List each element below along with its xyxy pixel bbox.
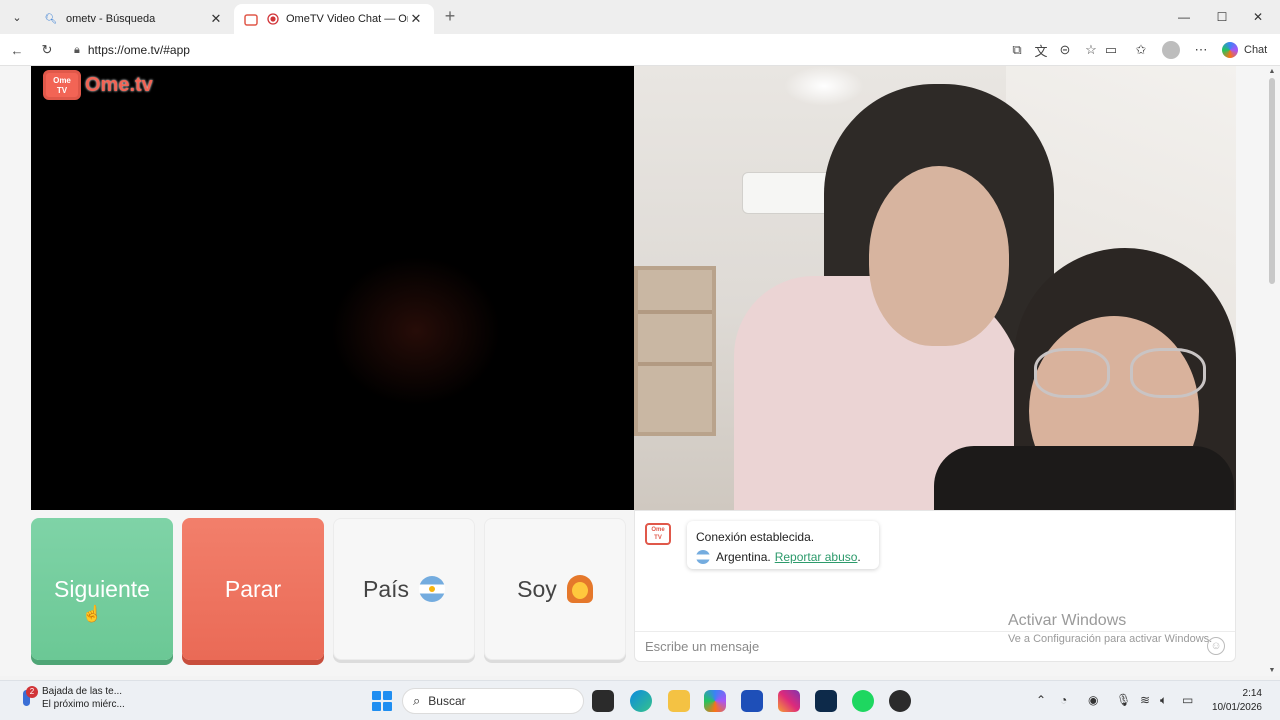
- tab-search[interactable]: 🔍︎ ometv - Búsqueda ✕: [34, 4, 234, 34]
- weather-line-1: Bajada de las te...: [42, 686, 123, 697]
- bookshelf: [634, 266, 716, 436]
- local-video: Ome TV Ome.tv: [31, 66, 634, 510]
- gender-label: Soy: [517, 575, 557, 602]
- copilot-icon: [1222, 42, 1238, 58]
- scroll-down-icon[interactable]: ▼: [1266, 667, 1278, 674]
- wifi-icon[interactable]: ≋: [1140, 693, 1150, 707]
- date: 10/01/2026: [1211, 702, 1262, 713]
- thermometer-icon: 2: [18, 686, 38, 708]
- start-windows-icon[interactable]: [372, 691, 392, 711]
- remote-video: [634, 66, 1236, 510]
- copilot-app-icon[interactable]: [704, 690, 726, 712]
- tray-app-icon[interactable]: ◔: [1060, 693, 1067, 707]
- show-hidden-icons[interactable]: ⌃: [1036, 693, 1046, 707]
- tab-title: OmeTV Video Chat — Omegle: [286, 13, 408, 25]
- person-2-shirt: [934, 446, 1234, 510]
- tracking-prevention-icon[interactable]: ⊝: [1054, 39, 1076, 61]
- weather-line-2: El próximo miérc...: [42, 699, 125, 710]
- file-explorer-icon[interactable]: [668, 690, 690, 712]
- video-camera-icon[interactable]: ▭: [1100, 39, 1122, 61]
- page-scrollbar[interactable]: ▲ ▼: [1266, 66, 1278, 676]
- tab-strip: ⌄ 🔍︎ ometv - Búsqueda ✕ OmeTV Video Chat…: [0, 0, 1280, 34]
- tv-logo-icon: Ome TV: [43, 70, 81, 100]
- search-icon: ⌕: [413, 693, 421, 708]
- ometv-favicon-icon: [244, 12, 258, 26]
- tray-app-icon-2[interactable]: ◉: [1088, 693, 1098, 707]
- ceiling-light: [784, 66, 864, 106]
- url-text: https://ome.tv/#app: [87, 43, 190, 57]
- report-suffix: .: [857, 550, 861, 564]
- tab-close-icon[interactable]: ✕: [408, 11, 424, 27]
- hand-cursor-icon: ☝: [82, 606, 102, 623]
- time: 2:14: [1242, 688, 1262, 699]
- translate-icon[interactable]: 文: [1030, 39, 1052, 61]
- chat-label: Chat: [1244, 44, 1268, 56]
- search-favicon-icon: 🔍︎: [44, 13, 58, 25]
- spotify-icon[interactable]: [852, 690, 874, 712]
- dim-camera-glow: [331, 256, 501, 406]
- system-message: Conexión establecida. Argentina. Reporta…: [687, 521, 879, 569]
- scroll-thumb[interactable]: [1269, 78, 1275, 284]
- clock[interactable]: 2:14 10/01/2026: [1210, 687, 1262, 715]
- argentina-flag-icon: [696, 550, 710, 564]
- open-in-app-icon[interactable]: ⧉: [1006, 39, 1028, 61]
- new-tab-button[interactable]: +: [440, 6, 460, 26]
- ometv-logo[interactable]: Ome TV Ome.tv: [43, 70, 153, 100]
- search-placeholder: Buscar: [428, 694, 466, 708]
- watermark-subtitle: Ve a Configuración para activar Windows.: [1008, 633, 1213, 645]
- person-1-face: [869, 166, 1009, 346]
- app-icon[interactable]: [889, 690, 911, 712]
- recording-icon: [266, 12, 280, 26]
- browser-toolbar: ← ↻ 🔒︎ https://ome.tv/#app ⧉ 文 ⊝ ☆ ▭ ✩ ⋯…: [0, 34, 1280, 66]
- woman-emoji-icon: [566, 575, 593, 603]
- watermark-title: Activar Windows: [1008, 612, 1127, 629]
- stop-label: Parar: [224, 575, 282, 602]
- connection-status: Conexión establecida.: [696, 530, 815, 544]
- next-button[interactable]: Siguiente: [31, 518, 173, 660]
- notification-badge: 2: [26, 686, 38, 698]
- scroll-up-icon[interactable]: ▲: [1266, 68, 1278, 75]
- more-options-icon[interactable]: ⋯: [1190, 39, 1212, 61]
- tab-actions-menu-icon[interactable]: ⌄: [6, 6, 28, 28]
- partner-country: Argentina.: [716, 550, 771, 564]
- volume-icon[interactable]: 🔈︎: [1160, 693, 1167, 708]
- tab-close-icon[interactable]: ✕: [208, 11, 224, 27]
- microphone-icon[interactable]: 🎙︎: [1116, 693, 1131, 707]
- favorite-star-icon[interactable]: ☆: [1080, 39, 1102, 61]
- windows-taskbar: 2 Bajada de las te... El próximo miérc..…: [0, 680, 1280, 720]
- copilot-chat-button[interactable]: Chat: [1222, 39, 1267, 61]
- tab-ometv[interactable]: OmeTV Video Chat — Omegle ✕: [234, 4, 434, 34]
- gender-button[interactable]: Soy: [484, 518, 626, 660]
- chat-ometv-icon: Ome TV: [645, 523, 671, 545]
- task-view-icon[interactable]: [592, 690, 614, 712]
- stop-button[interactable]: Parar: [182, 518, 324, 660]
- favorites-bar-icon[interactable]: ✩: [1130, 39, 1152, 61]
- windows-activation-watermark: Activar Windows Ve a Configuración para …: [1008, 612, 1212, 645]
- edge-browser-icon[interactable]: [630, 690, 652, 712]
- country-label: País: [362, 575, 410, 602]
- minimize-button[interactable]: —: [1164, 0, 1204, 34]
- battery-icon[interactable]: ▭: [1182, 693, 1193, 707]
- glasses: [1034, 348, 1209, 398]
- taskbar-search[interactable]: ⌕ Buscar: [402, 688, 584, 714]
- microsoft-store-icon[interactable]: [741, 690, 763, 712]
- report-abuse-link[interactable]: Reportar abuso: [775, 547, 858, 567]
- weather-widget[interactable]: 2 Bajada de las te... El próximo miérc..…: [18, 685, 125, 711]
- logo-text: Ome.tv: [85, 73, 153, 96]
- back-arrow-icon[interactable]: ←: [6, 39, 28, 61]
- maximize-button[interactable]: ☐: [1202, 0, 1242, 34]
- country-button[interactable]: País: [333, 518, 475, 660]
- message-input[interactable]: Escribe un mensaje: [645, 639, 759, 654]
- next-label: Siguiente: [54, 575, 150, 602]
- reload-icon[interactable]: ↻: [36, 39, 58, 61]
- argentina-flag-icon: [419, 576, 446, 602]
- profile-icon[interactable]: [1160, 39, 1182, 61]
- close-window-button[interactable]: ✕: [1238, 0, 1278, 34]
- instagram-icon[interactable]: [778, 690, 800, 712]
- site-info-icon[interactable]: 🔒︎: [74, 44, 80, 57]
- tab-title: ometv - Búsqueda: [66, 13, 156, 25]
- disney-plus-icon[interactable]: [815, 690, 837, 712]
